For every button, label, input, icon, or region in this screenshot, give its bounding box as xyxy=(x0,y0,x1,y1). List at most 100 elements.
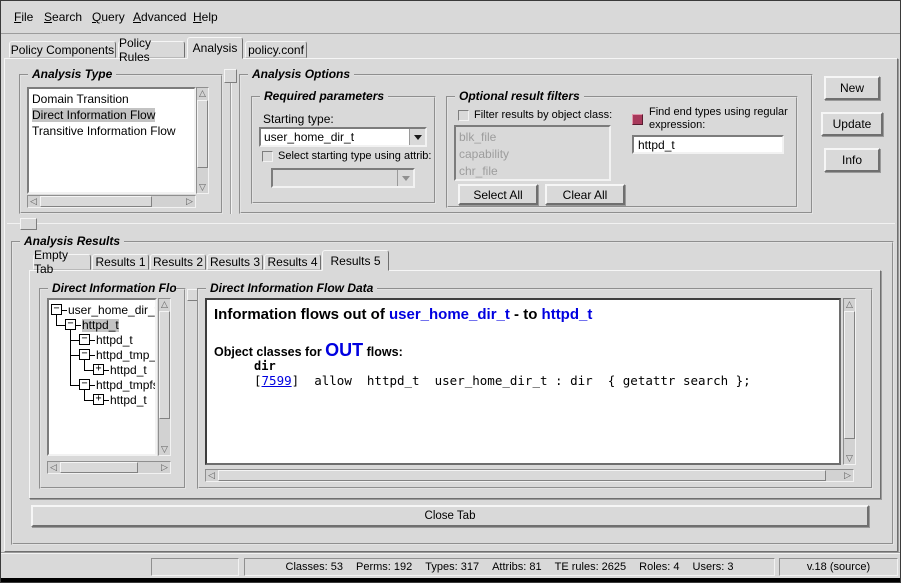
status-bar: Classes: 53 Perms: 192 Types: 317 Attrib… xyxy=(1,552,900,578)
results-tab-1[interactable]: Results 1 xyxy=(92,254,149,270)
tree-toggle-icon[interactable]: − xyxy=(79,334,90,345)
optional-filters-frame-label: Optional result filters xyxy=(455,89,584,103)
scrollbar-thumb[interactable] xyxy=(159,311,170,419)
tree-item[interactable]: httpd_t xyxy=(110,364,147,377)
tree-toggle-icon[interactable]: + xyxy=(93,394,104,405)
scrollbar-up-icon[interactable]: △ xyxy=(844,299,855,310)
scrollbar-thumb[interactable] xyxy=(197,100,208,168)
rule-line: [7599] allow httpd_t user_home_dir_t : d… xyxy=(254,373,751,388)
attrib-checkbox-label: Select starting type using attrib: xyxy=(278,150,431,162)
pane-sash-line xyxy=(7,223,895,224)
scrollbar-thumb[interactable] xyxy=(844,311,855,439)
analysis-type-option[interactable]: Domain Transition xyxy=(32,91,194,107)
flow-data-text: Information flows out of user_home_dir_t… xyxy=(205,298,841,465)
tree-vertical-scrollbar[interactable]: △ ▽ xyxy=(158,298,171,456)
pane-sash-handle[interactable] xyxy=(20,218,37,230)
status-empty-panel xyxy=(151,558,239,576)
data-horizontal-scrollbar[interactable]: ◁ ▷ xyxy=(205,469,854,482)
scrollbar-up-icon[interactable]: △ xyxy=(197,88,208,99)
filter-by-class-checkbox[interactable] xyxy=(458,110,469,121)
analysis-type-frame-label: Analysis Type xyxy=(28,67,116,81)
tree-item[interactable]: httpd_tmpfs_ xyxy=(96,379,157,392)
results-tab-4[interactable]: Results 4 xyxy=(264,254,321,270)
tree-toggle-icon[interactable]: − xyxy=(79,349,90,360)
object-class-item: chr_file xyxy=(459,163,609,180)
required-parameters-frame-label: Required parameters xyxy=(260,89,388,103)
flow-subheading: Object classes for OUT flows: xyxy=(214,340,403,361)
tree-toggle-icon[interactable]: + xyxy=(93,364,104,375)
starting-type-label: Starting type: xyxy=(263,112,334,126)
tree-toggle-icon[interactable]: − xyxy=(65,319,76,330)
analysis-type-vertical-scrollbar[interactable]: △ ▽ xyxy=(196,87,209,194)
attrib-combobox xyxy=(271,168,415,188)
scrollbar-right-icon[interactable]: ▷ xyxy=(184,196,195,207)
filter-by-class-label: Filter results by object class: xyxy=(474,109,612,121)
rule-id-link[interactable]: 7599 xyxy=(262,373,292,388)
tree-toggle-icon[interactable]: − xyxy=(51,304,62,315)
tree-horizontal-scrollbar[interactable]: ◁ ▷ xyxy=(47,461,171,474)
scrollbar-right-icon[interactable]: ▷ xyxy=(842,470,853,481)
dropdown-arrow-icon xyxy=(397,170,413,186)
info-button[interactable]: Info xyxy=(824,148,880,172)
window-bottom-edge xyxy=(1,578,900,583)
update-button[interactable]: Update xyxy=(821,112,883,136)
analysis-type-list: Domain Transition Direct Information Flo… xyxy=(27,87,196,194)
status-version: v.18 (source) xyxy=(779,558,898,576)
analysis-type-horizontal-scrollbar[interactable]: ◁ ▷ xyxy=(27,195,196,208)
results-tab-5[interactable]: Results 5 xyxy=(322,250,389,271)
menu-item-search[interactable]: Search xyxy=(44,10,82,24)
object-class-heading: dir xyxy=(254,359,276,373)
menu-item-query[interactable]: Query xyxy=(92,10,125,24)
results-tab-3[interactable]: Results 3 xyxy=(207,254,263,270)
analysis-type-option[interactable]: Transitive Information Flow xyxy=(32,123,194,139)
scrollbar-up-icon[interactable]: △ xyxy=(159,299,170,310)
scrollbar-thumb[interactable] xyxy=(218,470,826,481)
flow-tree-frame-label: Direct Information Flow T xyxy=(48,281,176,295)
tab-policy-conf[interactable]: policy.conf xyxy=(245,41,307,58)
tab-policy-components[interactable]: Policy Components xyxy=(9,41,116,58)
starting-type-combobox[interactable]: user_home_dir_t xyxy=(259,127,427,147)
tree-item[interactable]: user_home_dir_t xyxy=(68,304,157,317)
scrollbar-left-icon[interactable]: ◁ xyxy=(206,470,217,481)
analysis-options-frame-label: Analysis Options xyxy=(248,67,354,81)
results-tab-empty[interactable]: Empty Tab xyxy=(33,254,91,270)
analysis-results-frame-label: Analysis Results xyxy=(20,234,124,248)
menu-item-file[interactable]: File xyxy=(14,10,33,24)
tree-item[interactable]: httpd_tmp_t xyxy=(96,349,157,362)
scrollbar-left-icon[interactable]: ◁ xyxy=(28,196,39,207)
scrollbar-left-icon[interactable]: ◁ xyxy=(48,462,59,473)
tab-policy-rules[interactable]: Policy Rules xyxy=(118,41,185,58)
scrollbar-down-icon[interactable]: ▽ xyxy=(844,453,855,464)
tree-item[interactable]: httpd_t xyxy=(110,394,147,407)
scrollbar-thumb[interactable] xyxy=(40,196,152,207)
regex-checkbox[interactable] xyxy=(632,114,643,125)
tree-item[interactable]: httpd_t xyxy=(96,334,133,347)
app-window: File Search Query Advanced Help Policy C… xyxy=(0,0,901,583)
scrollbar-thumb[interactable] xyxy=(60,462,138,473)
scrollbar-down-icon[interactable]: ▽ xyxy=(197,182,208,193)
results-tab-2[interactable]: Results 2 xyxy=(150,254,206,270)
menu-item-help[interactable]: Help xyxy=(193,10,218,24)
pane-sash-line xyxy=(230,71,232,214)
tab-analysis[interactable]: Analysis xyxy=(187,37,243,59)
tree-item[interactable]: httpd_t xyxy=(82,319,119,332)
clear-all-button[interactable]: Clear All xyxy=(545,184,625,205)
attrib-checkbox[interactable] xyxy=(262,151,273,162)
status-stats: Classes: 53 Perms: 192 Types: 317 Attrib… xyxy=(244,558,775,576)
flow-heading: Information flows out of user_home_dir_t… xyxy=(214,306,592,323)
object-class-item: blk_file xyxy=(459,129,609,146)
menu-item-advanced[interactable]: Advanced xyxy=(133,10,186,24)
scrollbar-down-icon[interactable]: ▽ xyxy=(159,444,170,455)
select-all-button[interactable]: Select All xyxy=(458,184,538,205)
dropdown-arrow-icon[interactable] xyxy=(409,129,425,145)
object-class-list: blk_file capability chr_file xyxy=(454,125,611,181)
data-vertical-scrollbar[interactable]: △ ▽ xyxy=(843,298,856,465)
regex-entry[interactable]: httpd_t xyxy=(632,135,784,154)
scrollbar-right-icon[interactable]: ▷ xyxy=(159,462,170,473)
object-class-item: capability xyxy=(459,146,609,163)
pane-sash-handle[interactable] xyxy=(224,69,237,83)
close-tab-button[interactable]: Close Tab xyxy=(31,505,869,527)
tree-toggle-icon[interactable]: − xyxy=(79,379,90,390)
new-button[interactable]: New xyxy=(824,76,880,100)
analysis-type-option[interactable]: Direct Information Flow xyxy=(32,107,194,123)
